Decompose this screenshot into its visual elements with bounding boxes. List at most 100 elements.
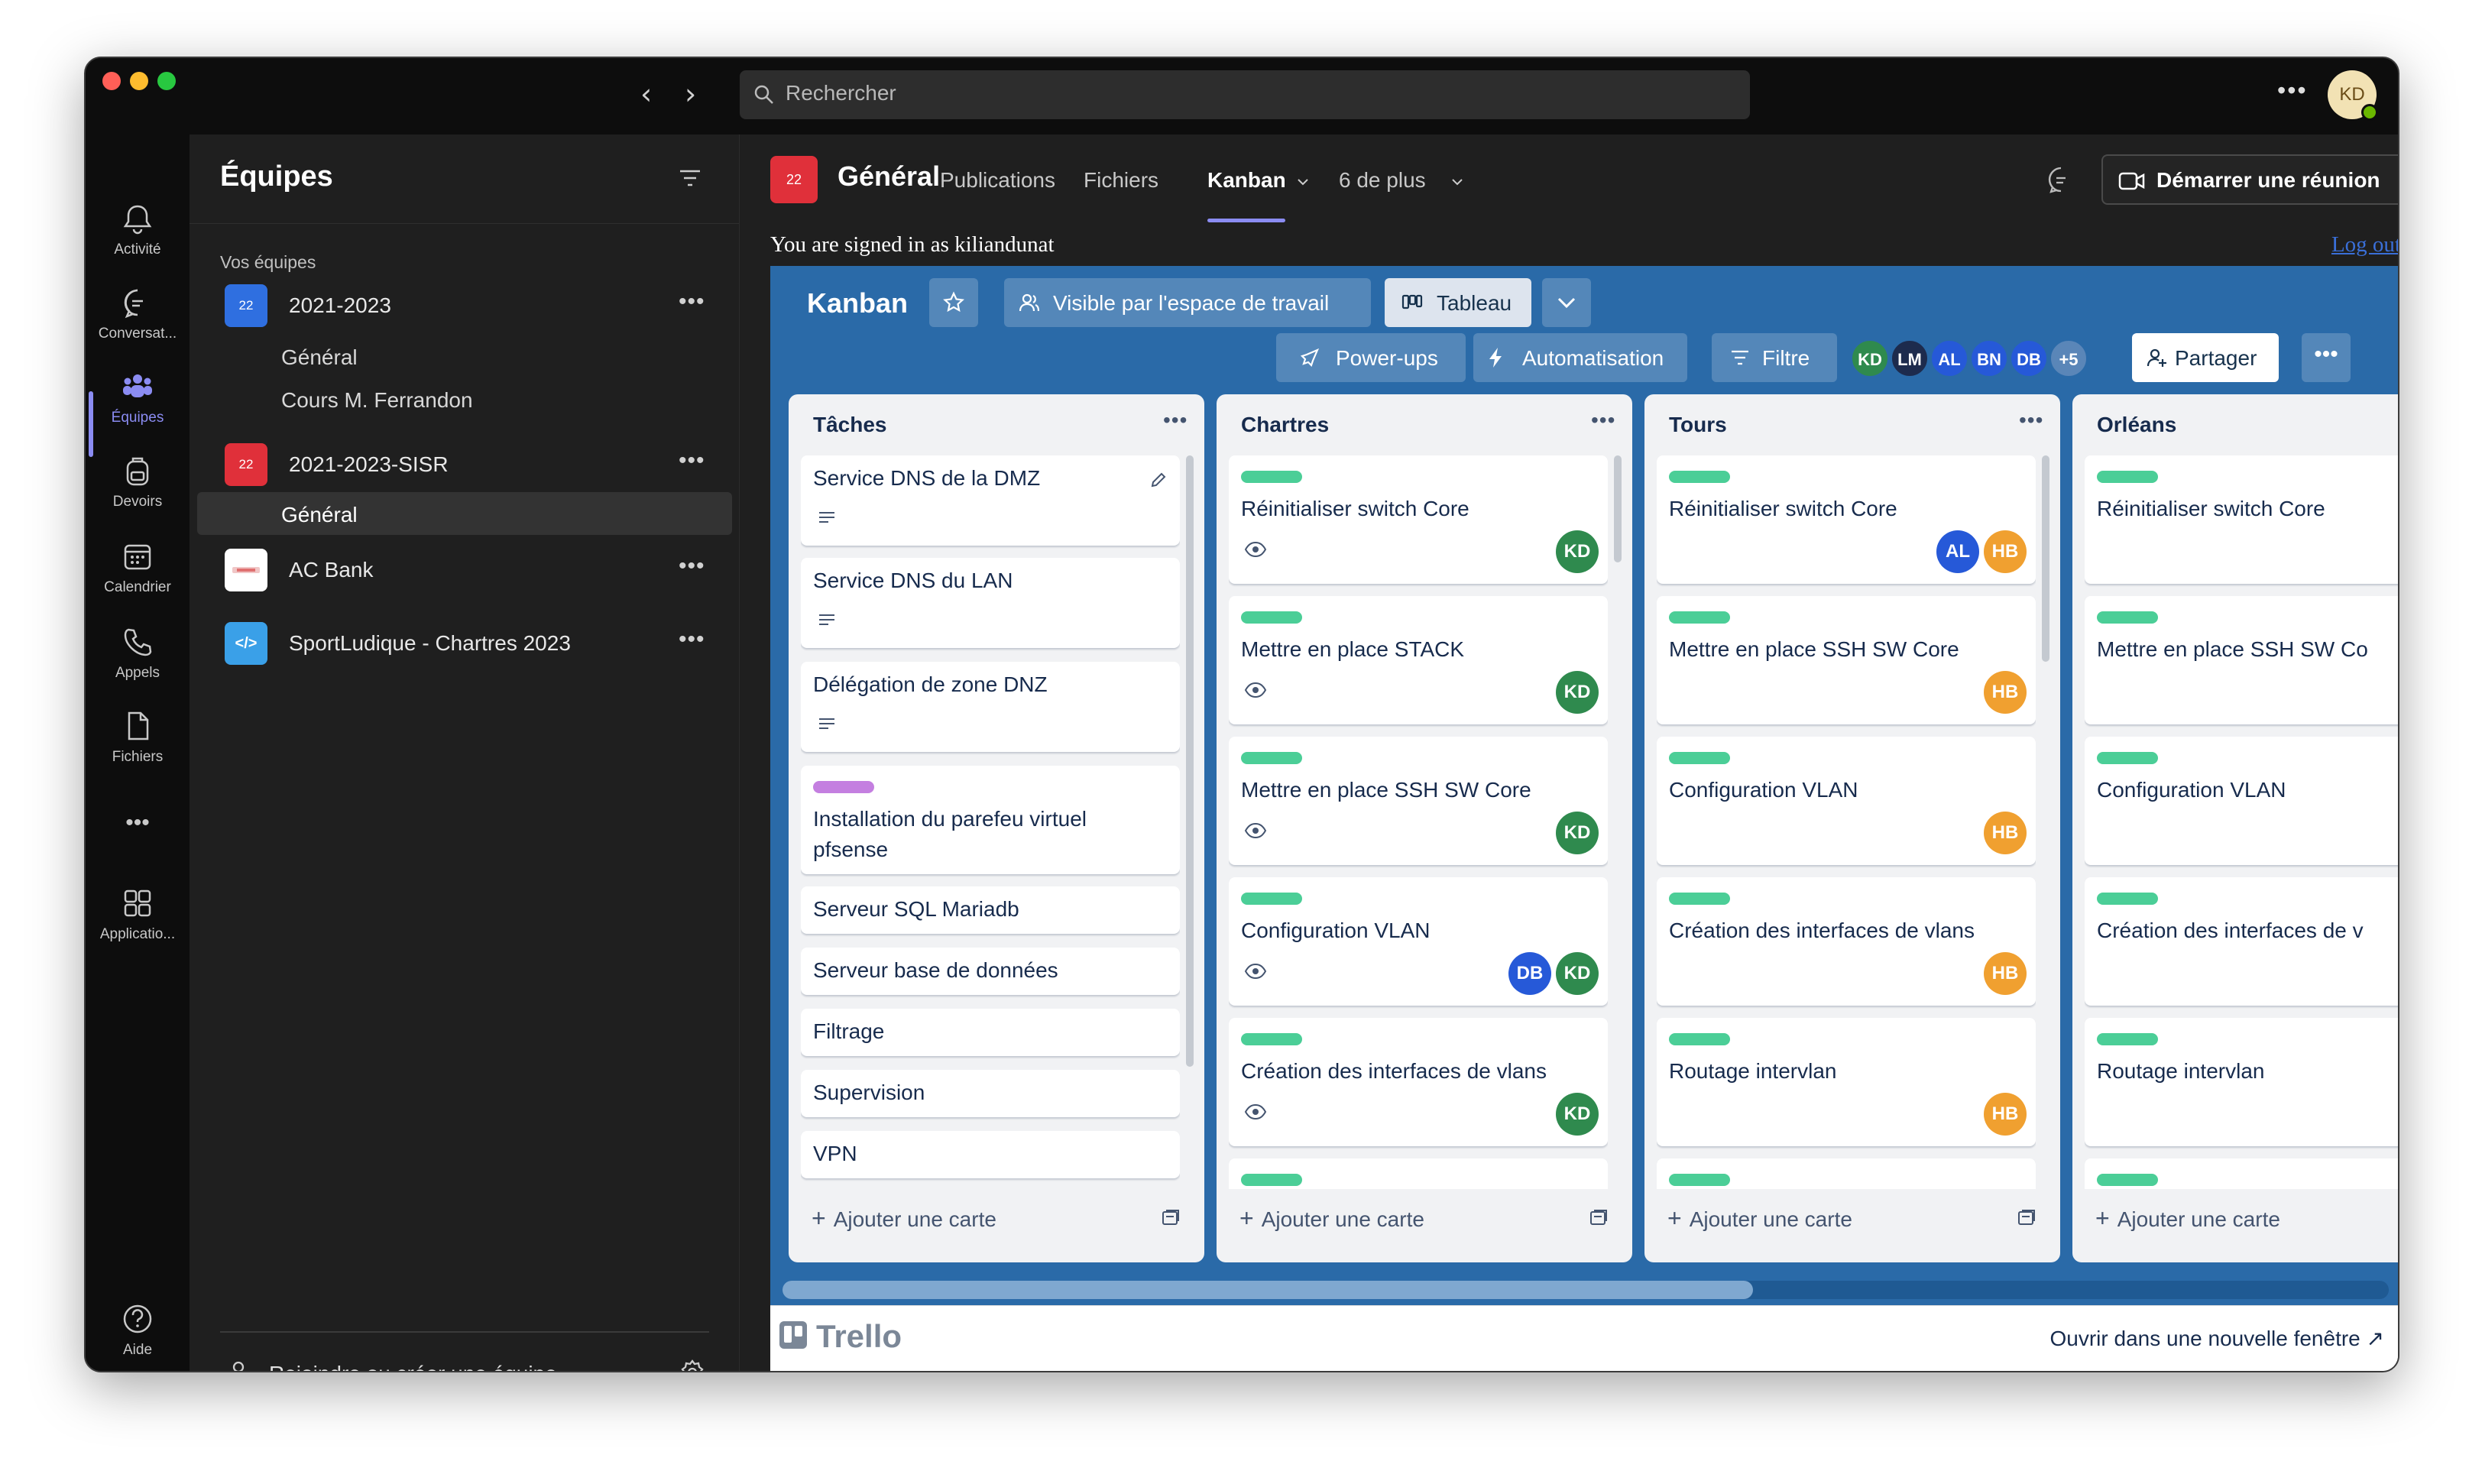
card-label-green[interactable] <box>1669 1033 1730 1045</box>
card[interactable]: Routage intervlan <box>2085 1018 2398 1146</box>
card[interactable]: Mettre en place STACK KD <box>1229 596 1608 724</box>
card-member-avatar[interactable]: HB <box>1984 812 2027 854</box>
card-label-green[interactable] <box>1669 611 1730 624</box>
list-menu-icon[interactable]: ••• <box>1591 408 1615 433</box>
card-label-green[interactable] <box>1241 1174 1302 1186</box>
team-more-icon[interactable]: ••• <box>679 627 705 653</box>
logout-link[interactable]: Log out <box>2331 232 2398 258</box>
start-meeting-button[interactable]: Démarrer une réunion <box>2101 154 2398 205</box>
close-window-button[interactable] <box>102 72 121 90</box>
list-scrollbar[interactable] <box>2042 455 2049 662</box>
card-label-green[interactable] <box>1669 893 1730 905</box>
board-member-avatar[interactable]: KD <box>1851 339 1889 377</box>
card[interactable]: Réinitialiser switch Core AL HB <box>1657 455 2036 584</box>
add-card-button[interactable]: + Ajouter une carte <box>1239 1204 1424 1233</box>
board-scroll-thumb[interactable] <box>783 1281 1753 1299</box>
card-label-green[interactable] <box>1669 1174 1730 1186</box>
card-label-green[interactable] <box>1241 611 1302 624</box>
rail-item-chat[interactable]: Conversat... <box>86 286 190 342</box>
card[interactable]: Installation du parefeu virtuel pfsense <box>801 766 1180 874</box>
tab-kanban[interactable]: Kanban <box>1207 168 1286 193</box>
card[interactable]: Création des interfaces de vlans HB <box>1657 877 2036 1006</box>
board-member-avatar[interactable]: LM <box>1891 339 1929 377</box>
join-or-create-team-button[interactable]: Rejoindre ou créer une équipe <box>228 1354 717 1371</box>
open-in-new-window-link[interactable]: Ouvrir dans une nouvelle fenêtre ↗ <box>2050 1326 2385 1351</box>
card[interactable]: Mettre en place SSH SW Co <box>2085 596 2398 724</box>
board-member-avatar[interactable]: BN <box>1970 339 2008 377</box>
card-member-avatar[interactable]: HB <box>1984 530 2027 573</box>
add-card-button[interactable]: + Ajouter une carte <box>1667 1204 1852 1233</box>
card-label-green[interactable] <box>1241 893 1302 905</box>
more-options-icon[interactable]: ••• <box>2277 76 2308 105</box>
tab-publications[interactable]: Publications <box>940 168 1055 193</box>
zoom-window-button[interactable] <box>157 72 176 90</box>
list-menu-icon[interactable]: ••• <box>2019 408 2043 433</box>
card-label-green[interactable] <box>1241 1033 1302 1045</box>
list-scrollbar[interactable] <box>1186 455 1194 1067</box>
team-item-2021-2023-sisr[interactable]: 22 2021-2023-SISR ••• <box>197 442 732 488</box>
card-label-green[interactable] <box>1241 752 1302 764</box>
list-title[interactable]: Orléans <box>2097 413 2176 437</box>
view-switcher-button[interactable] <box>1542 278 1591 327</box>
card[interactable]: Configuration VLAN HB <box>1657 737 2036 865</box>
edit-pencil-icon[interactable] <box>1149 471 1168 489</box>
board-member-avatar[interactable]: DB <box>2010 339 2048 377</box>
board-menu-icon[interactable]: ••• <box>2302 333 2351 382</box>
card[interactable]: Réinitialiser switch Core <box>2085 455 2398 584</box>
tab-more[interactable]: 6 de plus <box>1339 168 1426 193</box>
team-item-sportludique[interactable]: </> SportLudique - Chartres 2023 ••• <box>197 620 732 666</box>
rail-item-help[interactable]: Aide <box>86 1302 190 1359</box>
card-label-green[interactable] <box>2097 752 2158 764</box>
channel-item[interactable]: Général <box>197 335 732 377</box>
filter-button[interactable]: Filtre <box>1712 333 1837 382</box>
add-card-button[interactable]: + Ajouter une carte <box>812 1204 996 1233</box>
card-member-avatar[interactable]: KD <box>1556 812 1599 854</box>
team-more-icon[interactable]: ••• <box>679 289 705 315</box>
back-arrow-icon[interactable]: ‹ <box>640 79 652 109</box>
card-member-avatar[interactable]: HB <box>1984 1093 2027 1136</box>
rail-item-files[interactable]: Fichiers <box>86 709 190 766</box>
board-member-avatar[interactable]: AL <box>1930 339 1968 377</box>
list-title[interactable]: Chartres <box>1241 413 1329 437</box>
card-member-avatar[interactable]: HB <box>1984 671 2027 714</box>
list-title[interactable]: Tours <box>1669 413 1727 437</box>
card[interactable] <box>1229 1158 1608 1189</box>
rail-item-teams[interactable]: Équipes <box>86 370 190 426</box>
card[interactable] <box>1657 1158 2036 1189</box>
card-label-green[interactable] <box>2097 611 2158 624</box>
card-template-icon[interactable] <box>1162 1209 1181 1227</box>
chevron-down-icon[interactable] <box>1296 177 1310 186</box>
channel-item[interactable]: Cours M. Ferrandon <box>197 377 732 420</box>
card[interactable]: Mettre en place SSH SW Core KD <box>1229 737 1608 865</box>
rail-item-calendar[interactable]: Calendrier <box>86 539 190 596</box>
card-label-green[interactable] <box>1241 471 1302 483</box>
team-item-ac-bank[interactable]: AC Bank ••• <box>197 547 732 593</box>
card[interactable]: Filtrage <box>801 1009 1180 1056</box>
power-ups-button[interactable]: Power-ups <box>1276 333 1466 382</box>
card[interactable]: Délégation de zone DNZ <box>801 662 1180 752</box>
team-more-icon[interactable]: ••• <box>679 553 705 579</box>
card-member-avatar[interactable]: KD <box>1556 1093 1599 1136</box>
card-template-icon[interactable] <box>1589 1209 1609 1227</box>
automation-button[interactable]: Automatisation <box>1473 333 1687 382</box>
visibility-button[interactable]: Visible par l'espace de travail <box>1004 278 1371 327</box>
card[interactable]: Serveur base de données <box>801 948 1180 995</box>
share-button[interactable]: Partager <box>2132 333 2279 382</box>
card[interactable]: Supervision <box>801 1070 1180 1117</box>
card[interactable]: Serveur SQL Mariadb <box>801 886 1180 934</box>
list-title[interactable]: Tâches <box>813 413 887 437</box>
team-more-icon[interactable]: ••• <box>679 448 705 474</box>
rail-item-apps[interactable]: Applicatio... <box>86 886 190 943</box>
card-label-purple[interactable] <box>813 781 874 793</box>
board-title[interactable]: Kanban <box>807 287 908 319</box>
card-label-green[interactable] <box>2097 893 2158 905</box>
card[interactable]: Réinitialiser switch Core KD <box>1229 455 1608 584</box>
card[interactable]: Service DNS du LAN <box>801 558 1180 648</box>
card[interactable]: Configuration VLAN <box>2085 737 2398 865</box>
list-scrollbar[interactable] <box>1614 455 1622 562</box>
card[interactable]: Configuration VLAN DB KD <box>1229 877 1608 1006</box>
card-label-green[interactable] <box>2097 471 2158 483</box>
card[interactable]: VPN <box>801 1131 1180 1178</box>
card-member-avatar[interactable]: KD <box>1556 530 1599 573</box>
card[interactable]: Service DNS de la DMZ <box>801 455 1180 546</box>
